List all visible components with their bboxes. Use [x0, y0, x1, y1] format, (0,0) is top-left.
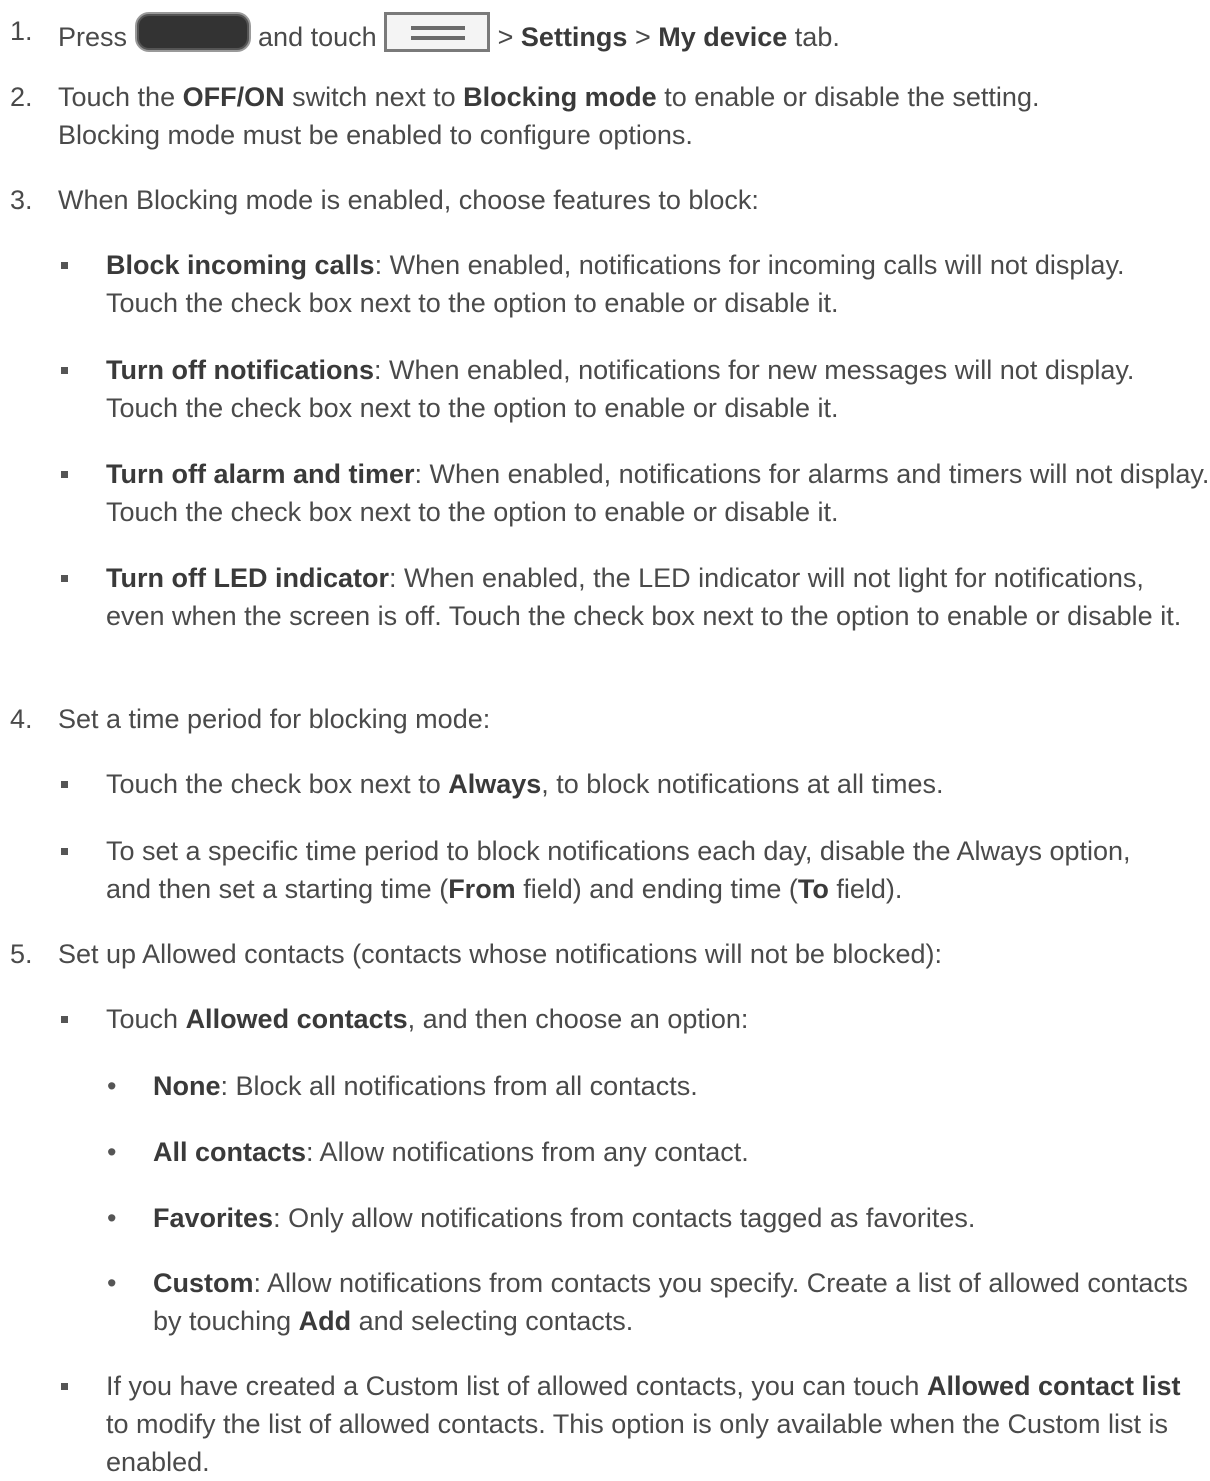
step-text: and touch [250, 22, 385, 52]
step-text: > [627, 22, 659, 52]
step-number: 4. [10, 704, 33, 734]
item-text: field). [828, 874, 903, 904]
bold-term: To [797, 874, 829, 904]
bold-term: Settings [520, 22, 628, 52]
item-text: field) and ending time ( [515, 874, 798, 904]
time-item: Touch the check box next to Always, to b… [0, 765, 1210, 803]
square-bullet-icon [61, 1016, 68, 1023]
square-bullet-icon [61, 367, 68, 374]
square-bullet-icon [61, 781, 68, 788]
step-text: tab. [787, 22, 840, 52]
bold-term: Block incoming calls [106, 250, 375, 280]
square-bullet-icon [61, 471, 68, 478]
bold-term: Turn off LED indicator [106, 563, 389, 593]
bold-term: Favorites [153, 1203, 274, 1233]
bold-term: Blocking mode [463, 82, 657, 112]
bold-term: From [448, 874, 516, 904]
step-text: Touch the [58, 82, 183, 112]
step-number: 1. [10, 16, 33, 46]
round-bullet-icon: • [107, 1268, 117, 1298]
contact-option-favorites: • Favorites: Only allow notifications fr… [0, 1199, 1210, 1237]
item-text: , to block notifications at all times. [541, 769, 944, 799]
contacts-item: If you have created a Custom list of all… [0, 1367, 1194, 1481]
feature-item: Block incoming calls: When enabled, noti… [0, 246, 1160, 322]
time-item: To set a specific time period to block n… [0, 832, 1140, 908]
bold-term: OFF/ON [182, 82, 285, 112]
bold-term: None [153, 1071, 221, 1101]
step-5: 5. Set up Allowed contacts (contacts who… [0, 935, 1208, 973]
step-2: 2. Touch the OFF/ON switch next to Block… [0, 78, 1138, 154]
feature-item: Turn off alarm and timer: When enabled, … [0, 455, 1210, 531]
item-text: : Block all notifications from all conta… [220, 1071, 698, 1101]
bold-term: Always [448, 769, 542, 799]
step-3: 3. When Blocking mode is enabled, choose… [0, 181, 1208, 219]
item-text: : Only allow notifications from contacts… [273, 1203, 976, 1233]
square-bullet-icon [61, 262, 68, 269]
step-number: 3. [10, 185, 33, 215]
bold-term: Allowed contacts [185, 1004, 408, 1034]
bold-term: All contacts [153, 1137, 307, 1167]
contact-option-none: • None: Block all notifications from all… [0, 1067, 1210, 1105]
contact-option-custom: • Custom: Allow notifications from conta… [0, 1264, 1198, 1340]
bold-term: Allowed contact list [926, 1371, 1181, 1401]
bold-term: Custom [153, 1268, 254, 1298]
step-text: Press [58, 22, 135, 52]
step-number: 5. [10, 939, 33, 969]
step-text: When Blocking mode is enabled, choose fe… [58, 185, 759, 215]
menu-key-icon [384, 12, 491, 52]
item-text: to modify the list of allowed contacts. … [106, 1409, 1169, 1477]
item-text: Touch the check box next to [106, 769, 449, 799]
feature-item: Turn off notifications: When enabled, no… [0, 351, 1160, 427]
step-text: Set a time period for blocking mode: [58, 704, 491, 734]
round-bullet-icon: • [107, 1137, 117, 1167]
round-bullet-icon: • [107, 1071, 117, 1101]
bold-term: My device [658, 22, 788, 52]
contact-option-all: • All contacts: Allow notifications from… [0, 1133, 1210, 1171]
feature-item: Turn off LED indicator: When enabled, th… [0, 559, 1204, 635]
step-text: > [490, 22, 521, 52]
square-bullet-icon [61, 848, 68, 855]
item-text: If you have created a Custom list of all… [106, 1371, 927, 1401]
round-bullet-icon: • [107, 1203, 117, 1233]
step-4: 4. Set a time period for blocking mode: [0, 700, 1208, 738]
item-text: : Allow notifications from any contact. [306, 1137, 749, 1167]
square-bullet-icon [61, 575, 68, 582]
step-text: Set up Allowed contacts (contacts whose … [58, 939, 942, 969]
bold-term: Add [298, 1306, 352, 1336]
step-1: 1. Press and touch > Settings > My devic… [0, 12, 1208, 56]
bold-term: Turn off notifications [106, 355, 374, 385]
item-text: , and then choose an option: [407, 1004, 749, 1034]
contacts-item: Touch Allowed contacts, and then choose … [0, 1000, 1210, 1038]
item-text: Touch [106, 1004, 186, 1034]
step-number: 2. [10, 82, 33, 112]
home-key-icon [134, 12, 251, 52]
item-text: and selecting contacts. [351, 1306, 634, 1336]
square-bullet-icon [61, 1383, 68, 1390]
step-text: switch next to [284, 82, 464, 112]
bold-term: Turn off alarm and timer [106, 459, 415, 489]
